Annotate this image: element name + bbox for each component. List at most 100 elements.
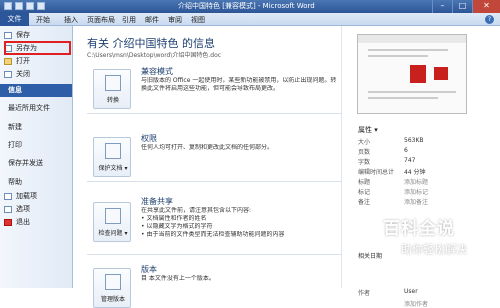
tab-insert[interactable]: 插入 <box>64 15 78 25</box>
sidebar-item-add-ins[interactable]: 加载项 <box>0 190 72 203</box>
word-app-icon[interactable] <box>4 2 12 10</box>
related-dates-heading: 相关日期 <box>358 253 383 260</box>
options-icon <box>4 206 12 213</box>
thumbnail-text-line <box>368 55 428 57</box>
info-panel: 有关 介绍中国特色 的信息 C:\Users\msn\Desktop\word\… <box>73 26 341 308</box>
add-tags-field[interactable]: 添加标记 <box>404 187 428 196</box>
property-value: 44 分钟 <box>404 169 426 176</box>
section-divider <box>87 113 341 114</box>
thumbnail-image <box>410 65 426 83</box>
watermark: 百科全说 助你轻松解决 <box>383 214 493 272</box>
sidebar-item-info[interactable]: 信息 <box>0 84 72 97</box>
property-key: 页数 <box>358 149 371 156</box>
ribbon-tab-bar: 文件 开始 插入 页面布局 引用 邮件 审阅 视图 ? <box>0 13 500 26</box>
quick-access-toolbar <box>4 2 45 10</box>
permissions-section: 保护文档 ▾ 权限 任何人均可打开、复制和更改此文档的任何部分。 <box>87 131 341 182</box>
thumbnail-text-line <box>368 49 448 51</box>
sidebar-item-help[interactable]: 帮助 <box>0 176 72 189</box>
author-name[interactable]: User <box>404 288 418 295</box>
section-divider <box>87 254 341 255</box>
property-key: 大小 <box>358 139 371 146</box>
sidebar-item-label: 保存 <box>16 31 30 39</box>
section-bullet: • 以隐藏文字为格式的字符 <box>141 223 213 230</box>
property-value: 6 <box>404 147 408 154</box>
close-document-icon <box>4 71 12 78</box>
tab-view[interactable]: 视图 <box>191 15 205 25</box>
tab-mailings[interactable]: 邮件 <box>145 15 159 25</box>
tab-review[interactable]: 审阅 <box>168 15 182 25</box>
manage-versions-button[interactable]: 管理版本 <box>93 268 131 308</box>
save-icon <box>4 32 12 39</box>
thumbnail-text-line <box>368 97 438 99</box>
close-window-button[interactable]: ✕ <box>472 0 500 13</box>
sidebar-item-new[interactable]: 新建 <box>0 121 72 134</box>
section-description: 任何人均可打开、复制和更改此文档的任何部分。 <box>141 144 274 151</box>
maximize-button[interactable]: □ <box>452 0 472 13</box>
tab-references[interactable]: 引用 <box>122 15 136 25</box>
protect-document-button[interactable]: 保护文档 ▾ <box>93 137 131 177</box>
section-description: 在共享此文件前，请注意其包含以下内容: <box>141 207 252 214</box>
section-title: 准备共享 <box>141 197 173 206</box>
sidebar-item-recent[interactable]: 最近所用文件 <box>0 102 72 115</box>
property-key: 编辑时间总计 <box>358 169 395 176</box>
sidebar-item-print[interactable]: 打印 <box>0 139 72 152</box>
protect-document-icon <box>105 143 121 159</box>
section-description: 目 本文件没有上一个版本。 <box>141 275 215 282</box>
open-folder-icon <box>4 58 12 65</box>
convert-button-label: 转换 <box>106 97 119 104</box>
sidebar-item-exit[interactable]: 退出 <box>0 216 72 229</box>
watermark-slogan: 助你轻松解决 <box>401 243 467 256</box>
convert-button[interactable]: 转换 <box>93 69 131 109</box>
property-value: 747 <box>404 157 416 164</box>
property-key: 字数 <box>358 159 371 166</box>
help-icon[interactable]: ? <box>485 15 494 24</box>
sidebar-item-label: 选项 <box>16 205 30 213</box>
page-title: 有关 介绍中国特色 的信息 <box>87 37 215 50</box>
property-key: 标题 <box>358 179 371 186</box>
sidebar-item-options[interactable]: 选项 <box>0 203 72 216</box>
minimize-button[interactable]: – <box>432 0 452 13</box>
tab-page-layout[interactable]: 页面布局 <box>87 15 115 25</box>
add-ins-icon <box>4 193 12 200</box>
undo-icon[interactable] <box>26 2 34 10</box>
redo-icon[interactable] <box>37 2 45 10</box>
section-bullet: • 由于当前的文件类型而无法检查辅助功能问题的内容 <box>141 231 285 238</box>
sidebar-item-close[interactable]: 关闭 <box>0 68 72 81</box>
check-issues-icon <box>105 208 121 224</box>
section-title: 兼容模式 <box>141 67 173 76</box>
prepare-sharing-section: 检查问题 ▾ 准备共享 在共享此文件前，请注意其包含以下内容: • 文档属性和作… <box>87 194 341 264</box>
versions-section: 管理版本 版本 目 本文件没有上一个版本。 <box>87 262 341 308</box>
quick-save-icon[interactable] <box>15 2 23 10</box>
compatibility-section: 转换 兼容模式 与旧版本的 Office 一起使用时，某些新功能被禁用，以防止出… <box>87 64 341 114</box>
thumbnail-image <box>434 67 448 80</box>
title-bar: 介绍中国特色 [兼容模式] - Microsoft Word – □ ✕ <box>0 0 500 13</box>
property-key: 备注 <box>358 199 371 206</box>
tab-home[interactable]: 开始 <box>36 15 50 25</box>
watermark-brand: 百科全说 <box>383 219 455 239</box>
sidebar-item-save-send[interactable]: 保存并发送 <box>0 157 72 170</box>
tab-file[interactable]: 文件 <box>0 13 29 26</box>
property-value: 563KB <box>404 137 424 144</box>
section-description: 换此文件将启用这些功能，但可能会导致布局更改。 <box>141 85 280 92</box>
document-thumbnail[interactable] <box>357 34 467 114</box>
add-author-field[interactable]: 添加作者 <box>404 299 428 308</box>
backstage-sidebar: 保存 另存为 打开 关闭 信息 最近所用文件 新建 打印 保存并发送 帮助 加载… <box>0 26 73 288</box>
property-key: 标记 <box>358 189 371 196</box>
properties-dropdown[interactable]: 属性 ▾ <box>358 125 378 135</box>
check-issues-button[interactable]: 检查问题 ▾ <box>93 202 131 242</box>
window-title: 介绍中国特色 [兼容模式] - Microsoft Word <box>178 2 315 10</box>
sidebar-item-label: 加载项 <box>16 192 37 200</box>
section-title: 权限 <box>141 134 157 143</box>
sidebar-item-label: 打开 <box>16 57 30 65</box>
section-title: 版本 <box>141 265 157 274</box>
section-description: 与旧版本的 Office 一起使用时，某些新功能被禁用，以防止出现问题。转 <box>141 77 337 84</box>
check-issues-label: 检查问题 ▾ <box>98 230 128 237</box>
add-title-field[interactable]: 添加标题 <box>404 177 428 186</box>
property-key: 作者 <box>358 290 371 297</box>
sidebar-item-open[interactable]: 打开 <box>0 55 72 68</box>
exit-icon <box>4 219 12 226</box>
section-bullet: • 文档属性和作者的姓名 <box>141 215 207 222</box>
protect-document-label: 保护文档 ▾ <box>98 165 128 172</box>
document-path: C:\Users\msn\Desktop\word\介绍中国特色.doc <box>87 52 222 59</box>
add-comments-field[interactable]: 添加备注 <box>404 197 428 206</box>
